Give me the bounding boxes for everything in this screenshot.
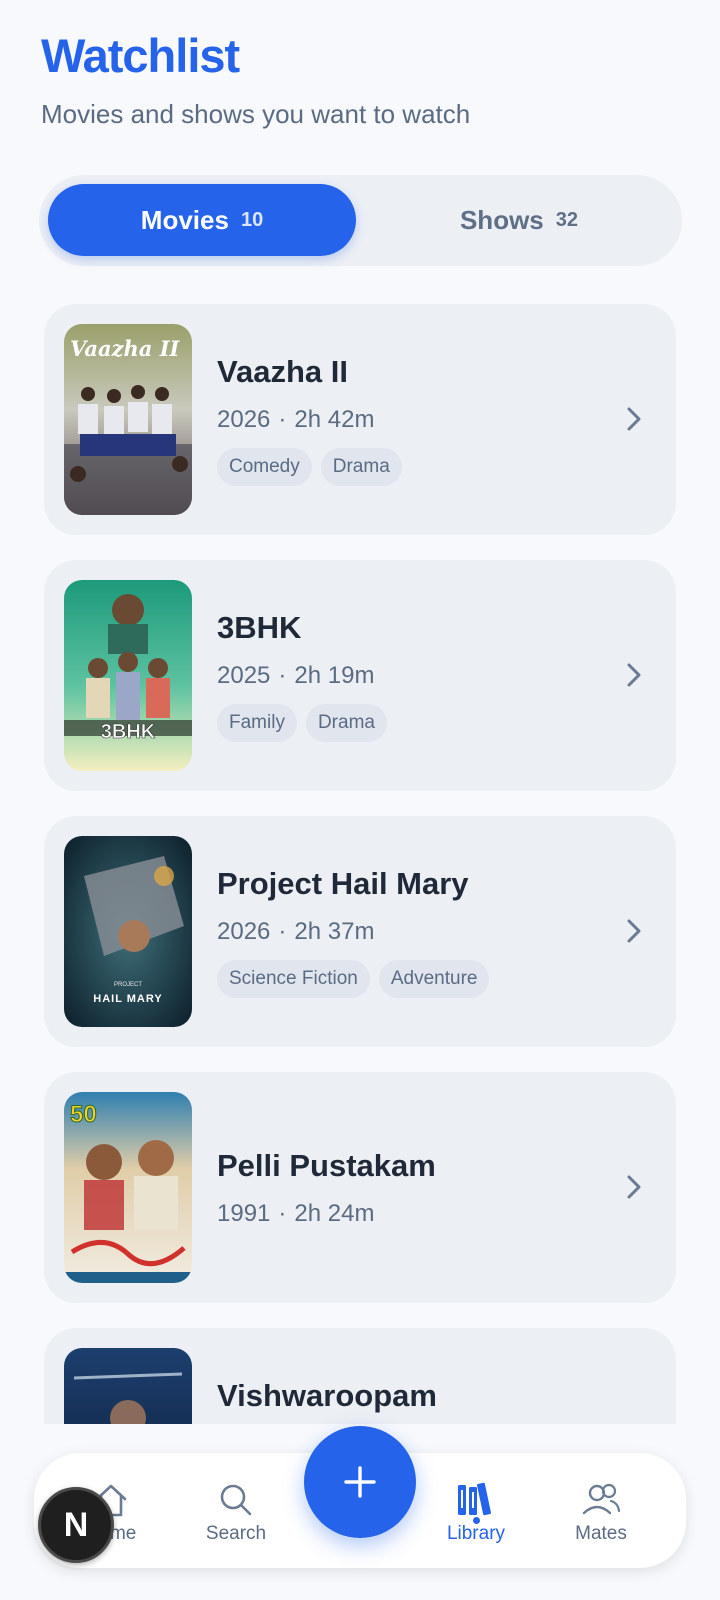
meta-separator: · bbox=[278, 406, 287, 433]
genre-tag: Comedy bbox=[217, 448, 312, 486]
add-button[interactable] bbox=[304, 1426, 416, 1538]
movie-info: Project Hail Mary 2026 · 2h 37m Science Fi… bbox=[217, 866, 490, 998]
movie-meta: 2025 · 2h 19m bbox=[217, 662, 387, 690]
avatar[interactable]: N bbox=[38, 1487, 114, 1563]
poster-title-text: Vaazha II bbox=[70, 336, 181, 361]
movie-card[interactable]: PROJECT HAIL MARY Project Hail Mary 2026… bbox=[44, 816, 676, 1047]
movie-card[interactable]: 50 Pelli Pustakam 1991 · 2h 24m bbox=[44, 1072, 676, 1303]
genre-tags: Comedy Drama bbox=[217, 448, 402, 486]
poster-image: 3BHK bbox=[64, 580, 192, 771]
movie-title: Vishwaroopam bbox=[217, 1378, 437, 1413]
nav-library[interactable]: Library bbox=[426, 1481, 526, 1545]
genre-tag: Science Fiction bbox=[217, 960, 370, 998]
movie-year: 2026 bbox=[217, 918, 271, 945]
page-subtitle: Movies and shows you want to watch bbox=[41, 99, 471, 129]
movie-info: Pelli Pustakam 1991 · 2h 24m bbox=[217, 1148, 436, 1228]
genre-tags: Science Fiction Adventure bbox=[217, 960, 490, 998]
chevron-right-icon bbox=[627, 919, 641, 943]
meta-separator: · bbox=[278, 918, 287, 945]
movie-year: 1991 bbox=[217, 1200, 271, 1227]
genre-tag: Drama bbox=[305, 704, 387, 742]
poster-image: PROJECT HAIL MARY bbox=[64, 836, 192, 1027]
movie-card[interactable]: Vaazha II Vaazha II 2026 · 2h 42m Comedy D… bbox=[44, 304, 676, 535]
chevron-right-icon bbox=[627, 407, 641, 431]
library-icon bbox=[458, 1482, 491, 1516]
genre-tag: Drama bbox=[320, 448, 402, 486]
page-title: Watchlist bbox=[41, 29, 240, 82]
movie-poster: 50 bbox=[64, 1092, 192, 1283]
movie-info: Vaazha II 2026 · 2h 42m Comedy Drama bbox=[217, 354, 402, 486]
tab-movies-count: 10 bbox=[240, 208, 264, 231]
movie-meta: 1991 · 2h 24m bbox=[217, 1200, 436, 1228]
poster-title-text: HAIL MARY bbox=[93, 993, 163, 1005]
nav-mates[interactable]: Mates bbox=[551, 1481, 651, 1545]
genre-tag: Family bbox=[217, 704, 297, 742]
movie-year: 2026 bbox=[217, 406, 271, 433]
meta-separator: · bbox=[278, 662, 287, 689]
tab-movies-label: Movies bbox=[140, 204, 229, 235]
chevron-right-icon bbox=[627, 663, 641, 687]
page-header: Watchlist Movies and shows you want to w… bbox=[41, 28, 470, 130]
tab-shows-count: 32 bbox=[555, 208, 579, 231]
movie-list: Vaazha II Vaazha II 2026 · 2h 42m Comedy D… bbox=[44, 304, 676, 1424]
movie-poster: 3BHK bbox=[64, 580, 192, 771]
nav-search-label: Search bbox=[205, 1523, 267, 1544]
tab-movies[interactable]: Movies 10 bbox=[48, 184, 356, 256]
movie-duration: 2h 37m bbox=[294, 918, 375, 945]
movie-title: Project Hail Mary bbox=[217, 866, 469, 901]
movie-poster bbox=[64, 1348, 192, 1424]
movie-meta: 2026 · 2h 42m bbox=[217, 406, 402, 434]
movie-card[interactable]: Vishwaroopam bbox=[44, 1328, 676, 1424]
movie-title: Pelli Pustakam bbox=[217, 1148, 436, 1183]
movie-title: Vaazha II bbox=[217, 354, 348, 389]
tab-shows-label: Shows bbox=[459, 204, 544, 235]
poster-title-text: 3BHK bbox=[101, 721, 156, 743]
svg-text:PROJECT: PROJECT bbox=[114, 982, 142, 988]
movie-info: Vishwaroopam bbox=[217, 1378, 437, 1414]
movie-duration: 2h 19m bbox=[294, 662, 375, 689]
tab-shows[interactable]: Shows 32 bbox=[365, 184, 673, 256]
movie-title: 3BHK bbox=[217, 610, 302, 645]
movie-info: 3BHK 2025 · 2h 19m Family Drama bbox=[217, 610, 387, 742]
people-icon bbox=[582, 1483, 621, 1515]
nav-library-label: Library bbox=[446, 1523, 506, 1544]
nav-search[interactable]: Search bbox=[186, 1481, 286, 1545]
poster-title-text: 50 bbox=[70, 1101, 97, 1128]
movie-meta: 2026 · 2h 37m bbox=[217, 918, 489, 946]
genre-tag: Adventure bbox=[378, 960, 490, 998]
movie-poster: Vaazha II bbox=[64, 324, 192, 515]
plus-icon bbox=[344, 1466, 376, 1498]
movie-duration: 2h 24m bbox=[294, 1200, 375, 1227]
movie-poster: PROJECT HAIL MARY bbox=[64, 836, 192, 1027]
active-indicator-dot bbox=[473, 1517, 480, 1524]
chevron-right-icon bbox=[627, 1175, 641, 1199]
genre-tags: Family Drama bbox=[217, 704, 387, 742]
search-icon bbox=[220, 1484, 252, 1516]
movie-duration: 2h 42m bbox=[294, 406, 375, 433]
avatar-initial: N bbox=[63, 1505, 89, 1544]
nav-mates-label: Mates bbox=[575, 1523, 627, 1544]
poster-image bbox=[64, 1348, 192, 1424]
poster-image: Vaazha II bbox=[64, 324, 192, 515]
poster-image: 50 bbox=[64, 1092, 192, 1283]
movie-card[interactable]: 3BHK 3BHK 2025 · 2h 19m Family Drama bbox=[44, 560, 676, 791]
movie-year: 2025 bbox=[217, 662, 271, 689]
meta-separator: · bbox=[278, 1200, 287, 1227]
tab-segmented-control: Movies 10 Shows 32 bbox=[39, 175, 682, 266]
